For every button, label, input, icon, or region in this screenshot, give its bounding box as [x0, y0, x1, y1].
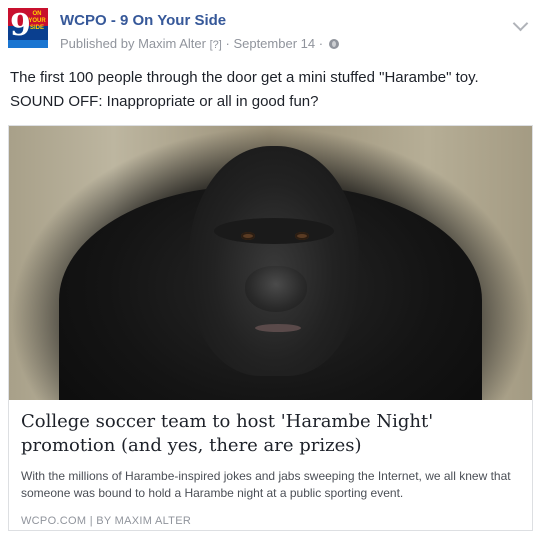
gorilla-left-eye — [241, 232, 255, 240]
post-date-link[interactable]: September 14 — [233, 36, 315, 51]
page-name-link[interactable]: WCPO - 9 On Your Side — [60, 12, 226, 30]
chevron-down-icon[interactable] — [512, 15, 529, 32]
link-source: WCPO.COM | BY MAXIM ALTER — [21, 515, 192, 527]
gorilla-right-eye — [295, 232, 309, 240]
link-description: With the millions of Harambe-inspired jo… — [21, 469, 511, 500]
gorilla-nose — [245, 266, 307, 312]
published-by-label: Published by — [60, 36, 135, 51]
post-text-line-2: SOUND OFF: Inappropriate or all in good … — [10, 93, 319, 110]
globe-icon[interactable] — [328, 39, 339, 49]
link-preview-body: College soccer team to host 'Harambe Nig… — [9, 400, 532, 530]
author-link[interactable]: Maxim Alter — [138, 36, 206, 51]
meta-separator: · — [225, 36, 230, 51]
facebook-post: 9 ON YOUR SIDE WCPO - 9 On Your Side Pub… — [0, 0, 542, 543]
gorilla-head-shape — [189, 146, 359, 376]
link-preview-image[interactable] — [9, 126, 532, 400]
logo-number: 9 — [10, 8, 31, 43]
post-text: The first 100 people through the door ge… — [10, 66, 532, 114]
logo-strip — [8, 40, 48, 48]
link-preview-card[interactable]: College soccer team to host 'Harambe Nig… — [8, 125, 533, 531]
gorilla-mouth — [255, 324, 301, 332]
help-marker[interactable]: [?] — [210, 39, 222, 51]
post-meta: Published by Maxim Alter [?] · September… — [60, 36, 339, 53]
link-title[interactable]: College soccer team to host 'Harambe Nig… — [21, 410, 520, 458]
post-text-line-1: The first 100 people through the door ge… — [10, 69, 479, 86]
logo-tagline: ON YOUR SIDE — [28, 11, 46, 31]
post-header: 9 ON YOUR SIDE WCPO - 9 On Your Side Pub… — [8, 8, 534, 54]
gorilla-brow-shape — [214, 218, 334, 244]
meta-separator-2: · — [318, 36, 324, 51]
page-avatar[interactable]: 9 ON YOUR SIDE — [8, 8, 48, 48]
